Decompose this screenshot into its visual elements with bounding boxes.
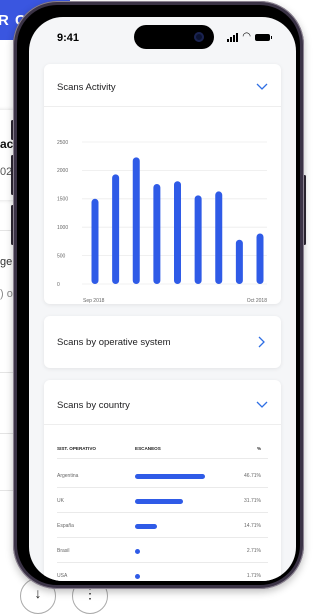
y-tick-label: 1000 (57, 225, 68, 231)
country-scans-bar (135, 574, 140, 579)
activity-bar[interactable] (256, 233, 264, 284)
x-start-label: Sep 2018 (83, 298, 105, 304)
country-scans-bar (135, 549, 140, 554)
camera-icon (194, 32, 204, 42)
phone-screen: 9:41 ◠ Scans Activity 2500 2000 1500 1000 50… (29, 17, 296, 581)
phone-bezel: 9:41 ◠ Scans Activity 2500 2000 1500 1000 50… (17, 5, 300, 585)
country-percent: 1.71% (246, 573, 261, 579)
country-scans-bar (135, 474, 206, 479)
country-name: USA (57, 573, 68, 579)
status-time: 9:41 (57, 32, 80, 44)
cellular-signal-icon (227, 32, 239, 42)
country-name: Argentina (57, 473, 79, 479)
y-tick-label: 1500 (57, 197, 68, 203)
column-header-percent: % (257, 446, 262, 451)
status-icons: ◠ (227, 31, 272, 42)
country-percent: 14.71% (244, 523, 261, 529)
y-tick-label: 2500 (57, 140, 68, 146)
country-name: España (57, 523, 74, 529)
country-percent: 2.71% (246, 548, 261, 554)
country-name: UK (57, 498, 64, 504)
country-scans-bar (135, 499, 183, 504)
y-tick-label: 2000 (57, 168, 68, 174)
dynamic-island (134, 25, 214, 49)
table-row-divider (57, 537, 268, 538)
table-header-divider (57, 458, 268, 459)
activity-bar[interactable] (112, 174, 120, 284)
scans-by-os-title: Scans by operative system (57, 337, 171, 348)
table-row-divider (57, 562, 268, 563)
column-header-os: SIST. OPERATIVO (57, 446, 96, 451)
table-row-divider (57, 487, 268, 488)
country-percent: 31.71% (244, 498, 261, 504)
activity-bar[interactable] (153, 184, 161, 284)
column-header-scans: ESCANEOS (135, 446, 161, 451)
battery-icon (255, 33, 272, 41)
phone-frame: 9:41 ◠ Scans Activity 2500 2000 1500 1000 50… (13, 1, 304, 589)
activity-bar[interactable] (215, 191, 223, 284)
x-end-label: Oct 2018 (247, 298, 268, 304)
activity-bar[interactable] (132, 157, 140, 284)
activity-bar[interactable] (174, 181, 181, 284)
country-percent: 46.71% (244, 473, 261, 479)
scans-by-country-card: Scans by country SIST. OPERATIVO ESCANEO… (44, 380, 281, 581)
background-label: ge (0, 256, 13, 268)
scans-activity-chart: 2500 2000 1500 1000 500 0 Sep 2018 Oct 2018 (57, 140, 268, 304)
card-divider (44, 424, 281, 425)
scans-by-os-card[interactable]: Scans by operative system (44, 316, 281, 368)
chevron-down-icon[interactable] (256, 401, 268, 409)
scans-activity-card: Scans Activity 2500 2000 1500 1000 500 0 Sep 2… (44, 64, 281, 304)
y-tick-label: 500 (57, 253, 66, 259)
activity-bar[interactable] (194, 195, 202, 284)
scans-by-country-title: Scans by country (57, 400, 130, 411)
activity-bar[interactable] (235, 239, 243, 284)
wifi-icon: ◠ (242, 31, 251, 42)
chevron-right-icon[interactable] (258, 336, 266, 348)
country-scans-bar (135, 524, 158, 529)
country-name: Brasil (57, 548, 70, 554)
y-tick-label: 0 (57, 282, 60, 288)
table-row-divider (57, 512, 268, 513)
activity-bar[interactable] (91, 198, 99, 284)
